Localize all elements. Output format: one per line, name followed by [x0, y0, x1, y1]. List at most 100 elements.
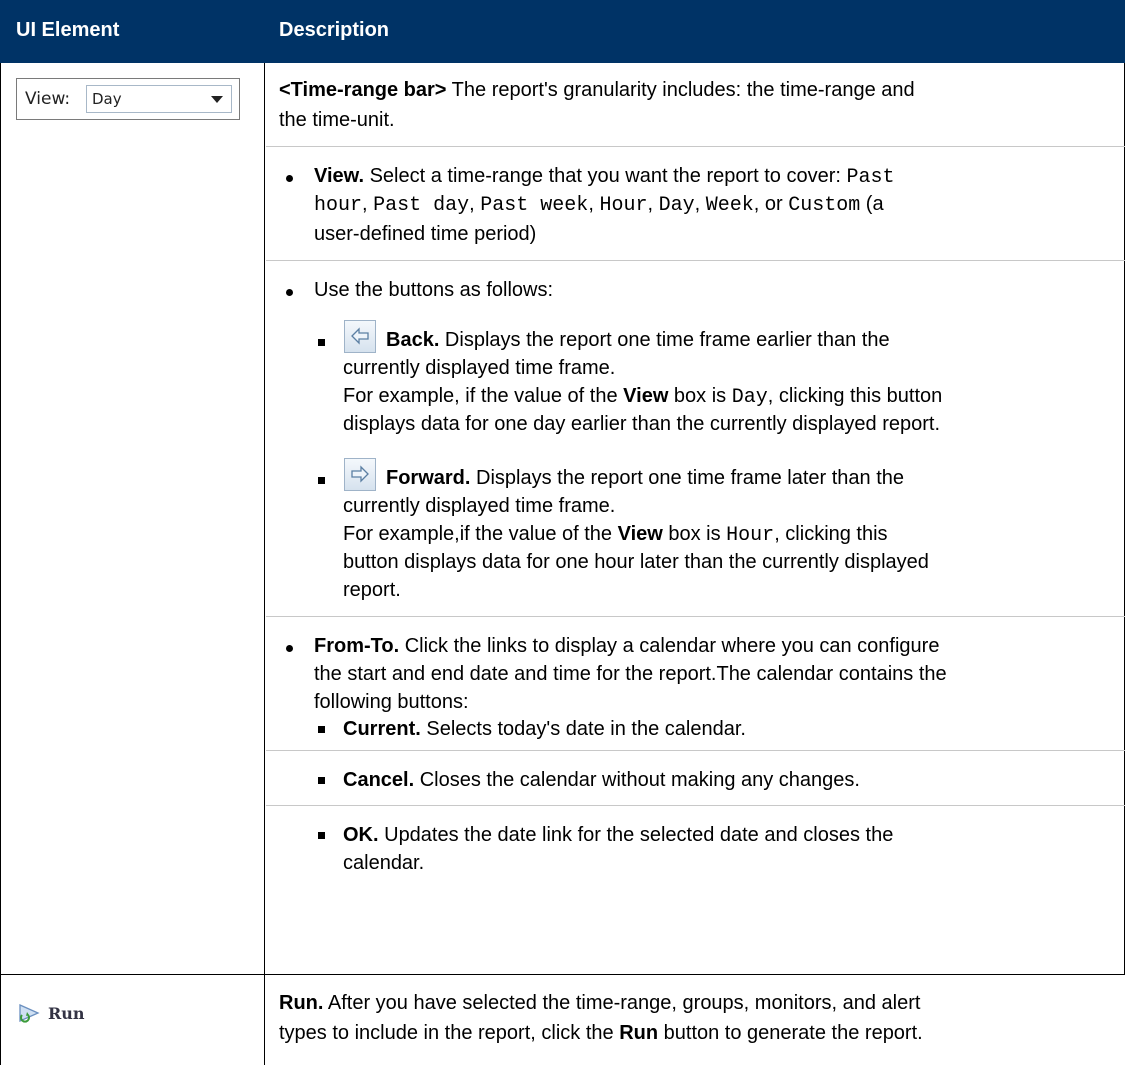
ok-line-2: calendar.: [343, 852, 425, 874]
ok-bold: OK.: [343, 824, 379, 846]
buttons-intro: Use the buttons as follows:: [314, 279, 554, 301]
back-line-2: currently displayed time frame.: [343, 357, 616, 379]
current-item: Current. Selects today's date in the cal…: [343, 715, 746, 743]
fromto-bold: From-To.: [314, 635, 400, 657]
row-divider: [0, 974, 1125, 975]
view-word-bold: View: [623, 385, 669, 407]
back-button[interactable]: [344, 320, 376, 353]
option-week: Week: [705, 194, 754, 217]
run-word-bold: Run: [619, 1022, 659, 1044]
fromto-line-1: From-To. Click the links to display a ca…: [314, 632, 939, 660]
forward-line-4: button displays data for one hour later …: [343, 551, 929, 573]
forward-bold: Forward.: [386, 467, 471, 489]
back-arrow-icon: [351, 327, 369, 345]
forward-arrow-icon: [351, 465, 369, 483]
forward-line-1: Forward. Displays the report one time fr…: [386, 464, 904, 492]
view-select[interactable]: Day: [86, 85, 232, 113]
comma: ,: [362, 193, 374, 215]
forward-button[interactable]: [344, 458, 376, 491]
cancel-item: Cancel. Closes the calendar without maki…: [343, 766, 860, 794]
current-bold: Current.: [343, 718, 421, 740]
forward-line-2: currently displayed time frame.: [343, 495, 616, 517]
forward-text: Displays the report one time frame later…: [470, 467, 904, 489]
header-ui-element: UI Element: [16, 19, 120, 41]
option-day: Day: [658, 194, 695, 217]
comma: ,: [647, 193, 659, 215]
separator: [266, 616, 1125, 617]
view-item-line-1: View. Select a time-range that you want …: [314, 162, 895, 192]
separator: [266, 146, 1125, 147]
view-item-text: Select a time-range that you want the re…: [364, 165, 847, 187]
ui-element-table: UI Element Description View: Day <Time-r…: [0, 0, 1125, 1065]
intro-bold: <Time-range bar>: [279, 79, 447, 101]
forward-line-3: For example,if the value of the View box…: [343, 520, 888, 550]
comma: ,: [588, 193, 600, 215]
forward-clicking: , clicking this: [774, 523, 888, 545]
back-clicking: , clicking this button: [767, 385, 943, 407]
intro-line-2: the time-unit.: [279, 109, 395, 131]
value-hour: Hour: [726, 524, 775, 547]
fromto-line-2: the start and end date and time for the …: [314, 663, 947, 685]
option-custom: Custom: [788, 194, 861, 217]
run-bold: Run.: [279, 992, 324, 1014]
value-day: Day: [731, 386, 768, 409]
table-header: UI Element Description: [0, 0, 1125, 63]
run-button[interactable]: Run: [18, 1000, 85, 1026]
back-line-4: displays data for one day earlier than t…: [343, 413, 941, 435]
back-bold: Back.: [386, 329, 440, 351]
square-bullet-icon: [318, 477, 325, 484]
intro-text: The report's granularity includes: the t…: [446, 79, 915, 101]
separator: [266, 805, 1125, 806]
table-left-border: [0, 63, 1, 1065]
run-text: After you have selected the time-range, …: [323, 992, 921, 1014]
bullet-icon: [286, 175, 293, 182]
fromto-line-3: following buttons:: [314, 691, 469, 713]
back-line-3: For example, if the value of the View bo…: [343, 382, 942, 412]
forward-box-is: box is: [662, 523, 727, 545]
run-button-label: Run: [48, 1003, 85, 1023]
bullet-icon: [286, 645, 293, 652]
back-example: For example, if the value of the: [343, 385, 624, 407]
view-word-bold: View: [617, 523, 663, 545]
cancel-text: Closes the calendar without making any c…: [414, 769, 860, 791]
comma: ,: [753, 193, 765, 215]
ok-line-1: OK. Updates the date link for the select…: [343, 821, 893, 849]
back-box-is: box is: [668, 385, 732, 407]
separator: [266, 750, 1125, 751]
header-description: Description: [279, 19, 390, 41]
back-line-1: Back. Displays the report one time frame…: [386, 326, 890, 354]
separator: [266, 260, 1125, 261]
fromto-text: Click the links to display a calendar wh…: [399, 635, 940, 657]
option-past-week: Past week: [480, 194, 589, 217]
run-text-2: types to include in the report, click th…: [279, 1022, 620, 1044]
option-hour: Hour: [599, 194, 648, 217]
column-divider-bottom: [264, 974, 265, 1065]
view-item-line-2: hour, Past day, Past week, Hour, Day, We…: [314, 190, 884, 220]
comma: ,: [694, 193, 706, 215]
view-item-tail: (a: [860, 193, 884, 215]
square-bullet-icon: [318, 832, 325, 839]
ok-text: Updates the date link for the selected d…: [378, 824, 894, 846]
view-select-value: Day: [92, 90, 122, 108]
dropdown-arrow-icon: [211, 96, 223, 103]
run-line-1: Run. After you have selected the time-ra…: [279, 989, 920, 1017]
intro-line-1: <Time-range bar> The report's granularit…: [279, 76, 915, 104]
current-text: Selects today's date in the calendar.: [420, 718, 746, 740]
option-past-day: Past day: [373, 194, 470, 217]
cancel-bold: Cancel.: [343, 769, 415, 791]
square-bullet-icon: [318, 726, 325, 733]
option-past: Past: [846, 166, 895, 189]
view-item-line-3: user-defined time period): [314, 223, 537, 245]
run-text-3: button to generate the report.: [658, 1022, 923, 1044]
or-word: or: [764, 193, 783, 215]
column-divider: [264, 63, 265, 1065]
run-icon: [19, 1003, 40, 1023]
forward-example: For example,if the value of the: [343, 523, 618, 545]
option-hour-word: hour: [314, 194, 363, 217]
square-bullet-icon: [318, 777, 325, 784]
view-item-bold: View.: [314, 165, 365, 187]
view-control[interactable]: View: Day: [16, 78, 240, 120]
view-label: View:: [25, 89, 71, 109]
run-line-2: types to include in the report, click th…: [279, 1019, 923, 1047]
comma: ,: [469, 193, 481, 215]
